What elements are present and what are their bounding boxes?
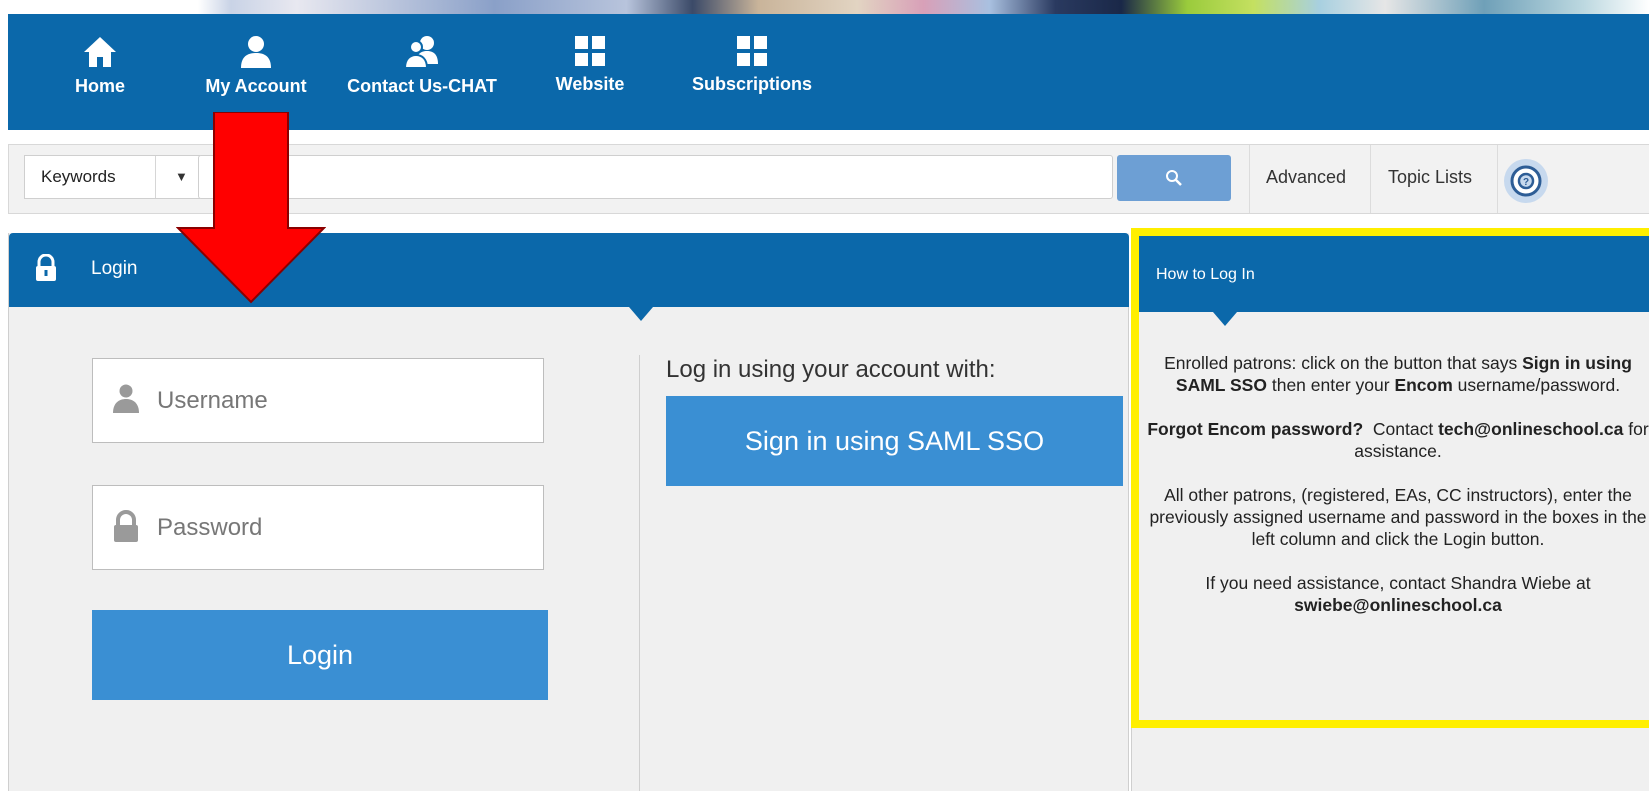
header-pointer bbox=[629, 307, 653, 321]
nav-label: Subscriptions bbox=[692, 74, 813, 94]
password-field[interactable] bbox=[92, 485, 544, 570]
instruction-text: If you need assistance, contact Shandra … bbox=[1205, 573, 1591, 593]
saml-sso-button[interactable]: Sign in using SAML SSO bbox=[666, 396, 1123, 486]
svg-text:?: ? bbox=[1523, 177, 1529, 188]
password-input[interactable] bbox=[157, 486, 527, 569]
nav-item-subscriptions[interactable]: Subscriptions bbox=[692, 14, 812, 130]
lock-icon bbox=[36, 254, 56, 281]
nav-label: My Account bbox=[205, 76, 307, 96]
help-button[interactable]: ? bbox=[1504, 159, 1548, 203]
search-icon bbox=[1166, 170, 1182, 186]
home-icon bbox=[84, 37, 116, 67]
search-button[interactable] bbox=[1117, 155, 1231, 201]
nav-item-contact-us-chat[interactable]: Contact Us-CHAT bbox=[342, 14, 502, 130]
divider bbox=[1497, 145, 1498, 213]
login-panel-title: Login bbox=[91, 258, 138, 279]
sso-heading: Log in using your account with: bbox=[666, 356, 996, 383]
instruction-bold-text: Forgot Encom password? bbox=[1147, 419, 1364, 439]
advanced-search-link[interactable]: Advanced bbox=[1266, 167, 1346, 188]
instruction-text: Enrolled patrons: click on the button th… bbox=[1164, 353, 1523, 373]
nav-label: Website bbox=[555, 74, 625, 94]
instruction-paragraph: Enrolled patrons: click on the button th… bbox=[1139, 352, 1649, 396]
login-button[interactable]: Login bbox=[92, 610, 548, 700]
search-type-select[interactable]: Keywords ▼ bbox=[24, 155, 200, 199]
instruction-paragraph: If you need assistance, contact Shandra … bbox=[1139, 572, 1649, 616]
lifebuoy-icon: ? bbox=[1510, 165, 1542, 197]
panel-bottom bbox=[1131, 728, 1649, 791]
top-banner-image bbox=[0, 0, 1649, 14]
instruction-paragraph: Forgot Encom password? Contact tech@onli… bbox=[1139, 418, 1649, 462]
divider bbox=[1249, 145, 1250, 213]
select-divider bbox=[155, 156, 156, 198]
red-arrow-annotation bbox=[176, 112, 326, 304]
grid-icon bbox=[737, 36, 767, 66]
lock-icon bbox=[114, 510, 138, 542]
user-icon bbox=[241, 36, 271, 68]
users-icon bbox=[403, 36, 438, 69]
how-to-login-panel: How to Log In Enrolled patrons: click on… bbox=[1131, 228, 1649, 728]
instruction-text: Contact bbox=[1363, 419, 1439, 439]
search-type-value: Keywords bbox=[41, 167, 116, 186]
nav-item-home[interactable]: Home bbox=[60, 14, 140, 130]
instruction-paragraph: All other patrons, (registered, EAs, CC … bbox=[1149, 485, 1647, 549]
instruction-text: username/password. bbox=[1452, 375, 1621, 395]
nav-item-website[interactable]: Website bbox=[550, 14, 630, 130]
instruction-text: then enter your bbox=[1266, 375, 1395, 395]
instruction-bold-text: Encom bbox=[1394, 375, 1453, 395]
nav-label: Contact Us-CHAT bbox=[347, 76, 497, 96]
search-input[interactable] bbox=[198, 155, 1113, 199]
header-pointer bbox=[1213, 312, 1237, 326]
tech-email-link[interactable]: tech@onlineschool.ca bbox=[1438, 419, 1623, 439]
username-field[interactable] bbox=[92, 358, 544, 443]
how-to-login-header: How to Log In bbox=[1139, 236, 1649, 312]
how-to-login-title: How to Log In bbox=[1156, 266, 1255, 283]
grid-icon bbox=[575, 36, 605, 66]
nav-label: Home bbox=[74, 76, 125, 96]
username-input[interactable] bbox=[157, 359, 527, 442]
how-to-login-instructions: Enrolled patrons: click on the button th… bbox=[1139, 352, 1649, 638]
panel-border bbox=[1128, 307, 1129, 791]
column-divider bbox=[639, 355, 640, 791]
divider bbox=[1370, 145, 1371, 213]
contact-email-link[interactable]: swiebe@onlineschool.ca bbox=[1294, 595, 1502, 615]
login-panel: Login Login Log in using your account wi… bbox=[8, 233, 1129, 791]
user-icon bbox=[113, 384, 139, 413]
topic-lists-link[interactable]: Topic Lists bbox=[1388, 167, 1472, 188]
